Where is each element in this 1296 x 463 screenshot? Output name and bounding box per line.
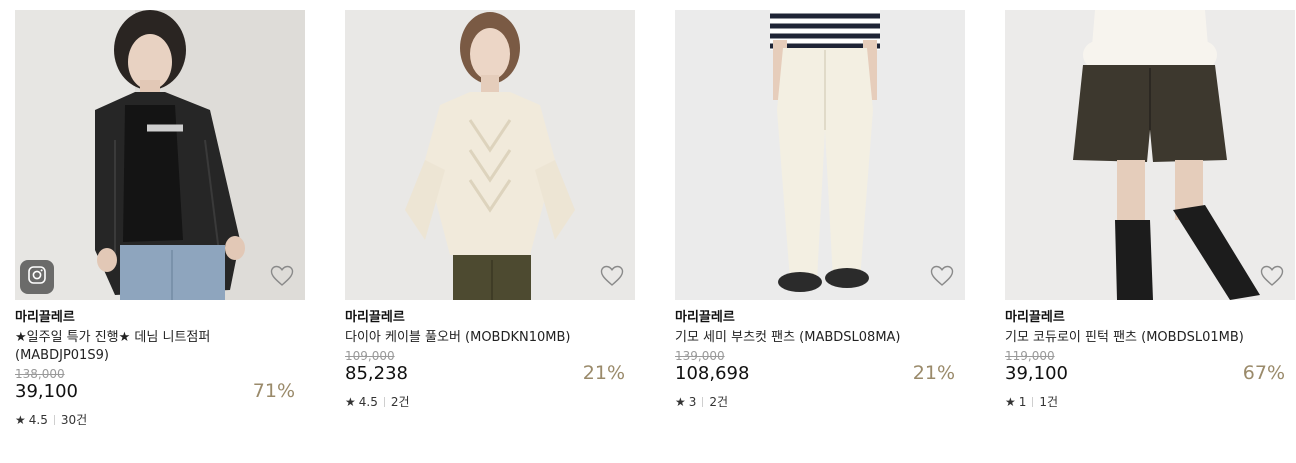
rating-summary: ★ 4.5 30건: [15, 411, 305, 428]
discount-rate: 67%: [1242, 362, 1285, 384]
product-card[interactable]: 마리끌레르 ★일주일 특가 진행★ 데님 니트점퍼 (MABDJP01S9) 1…: [15, 10, 305, 428]
price-block: 139,000 108,698 21%: [675, 349, 965, 385]
rating-summary: ★ 3 2건: [675, 393, 965, 410]
star-icon: ★: [345, 394, 356, 409]
heart-outline-icon: [930, 265, 954, 291]
divider: [1032, 396, 1034, 407]
product-name[interactable]: 다이아 케이블 풀오버 (MOBDKN10MB): [345, 329, 635, 347]
heart-outline-icon: [270, 265, 294, 291]
heart-outline-icon: [1260, 265, 1284, 291]
rating-summary: ★ 4.5 2건: [345, 393, 635, 410]
instagram-icon: [27, 265, 47, 289]
product-image[interactable]: [345, 10, 635, 300]
product-info: 마리끌레르 기모 세미 부츠컷 팬츠 (MABDSL08MA) 139,000 …: [675, 300, 965, 410]
product-card[interactable]: 마리끌레르 기모 세미 부츠컷 팬츠 (MABDSL08MA) 139,000 …: [675, 10, 965, 410]
product-name[interactable]: 기모 코듀로이 핀턱 팬츠 (MOBDSL01MB): [1005, 329, 1295, 347]
product-info: 마리끌레르 ★일주일 특가 진행★ 데님 니트점퍼 (MABDJP01S9) 1…: [15, 300, 305, 428]
divider: [383, 396, 385, 407]
star-icon: ★: [15, 412, 26, 427]
review-count: 2건: [390, 395, 410, 409]
product-card[interactable]: 마리끌레르 기모 코듀로이 핀턱 팬츠 (MOBDSL01MB) 119,000…: [1005, 10, 1295, 410]
star-icon: ★: [675, 394, 686, 409]
brand-name[interactable]: 마리끌레르: [675, 310, 965, 326]
divider: [702, 396, 704, 407]
product-card[interactable]: 마리끌레르 다이아 케이블 풀오버 (MOBDKN10MB) 109,000 8…: [345, 10, 635, 410]
review-count: 30건: [60, 413, 88, 427]
product-image[interactable]: [1005, 10, 1295, 300]
product-info: 마리끌레르 다이아 케이블 풀오버 (MOBDKN10MB) 109,000 8…: [345, 300, 635, 410]
price-block: 138,000 39,100 71%: [15, 367, 305, 403]
product-image[interactable]: [675, 10, 965, 300]
wishlist-button[interactable]: [599, 265, 625, 291]
divider: [53, 414, 55, 425]
wishlist-button[interactable]: [1259, 265, 1285, 291]
discount-rate: 21%: [582, 362, 625, 384]
wishlist-button[interactable]: [269, 265, 295, 291]
instagram-badge: [20, 260, 54, 294]
product-name[interactable]: 기모 세미 부츠컷 팬츠 (MABDSL08MA): [675, 329, 965, 347]
brand-name[interactable]: 마리끌레르: [1005, 310, 1295, 326]
rating-value: 1: [1018, 394, 1027, 409]
discount-rate: 21%: [912, 362, 955, 384]
wishlist-button[interactable]: [929, 265, 955, 291]
review-count: 2건: [709, 395, 729, 409]
rating-value: 4.5: [358, 394, 378, 409]
product-info: 마리끌레르 기모 코듀로이 핀턱 팬츠 (MOBDSL01MB) 119,000…: [1005, 300, 1295, 410]
price-block: 109,000 85,238 21%: [345, 349, 635, 385]
brand-name[interactable]: 마리끌레르: [15, 310, 305, 326]
brand-name[interactable]: 마리끌레르: [345, 310, 635, 326]
price-block: 119,000 39,100 67%: [1005, 349, 1295, 385]
rating-summary: ★ 1 1건: [1005, 393, 1295, 410]
rating-value: 4.5: [28, 412, 48, 427]
rating-value: 3: [688, 394, 697, 409]
product-grid: 마리끌레르 ★일주일 특가 진행★ 데님 니트점퍼 (MABDJP01S9) 1…: [0, 0, 1296, 463]
product-image[interactable]: [15, 10, 305, 300]
star-icon: ★: [1005, 394, 1016, 409]
heart-outline-icon: [600, 265, 624, 291]
review-count: 1건: [1039, 395, 1059, 409]
product-name[interactable]: ★일주일 특가 진행★ 데님 니트점퍼 (MABDJP01S9): [15, 329, 305, 365]
discount-rate: 71%: [252, 380, 295, 402]
